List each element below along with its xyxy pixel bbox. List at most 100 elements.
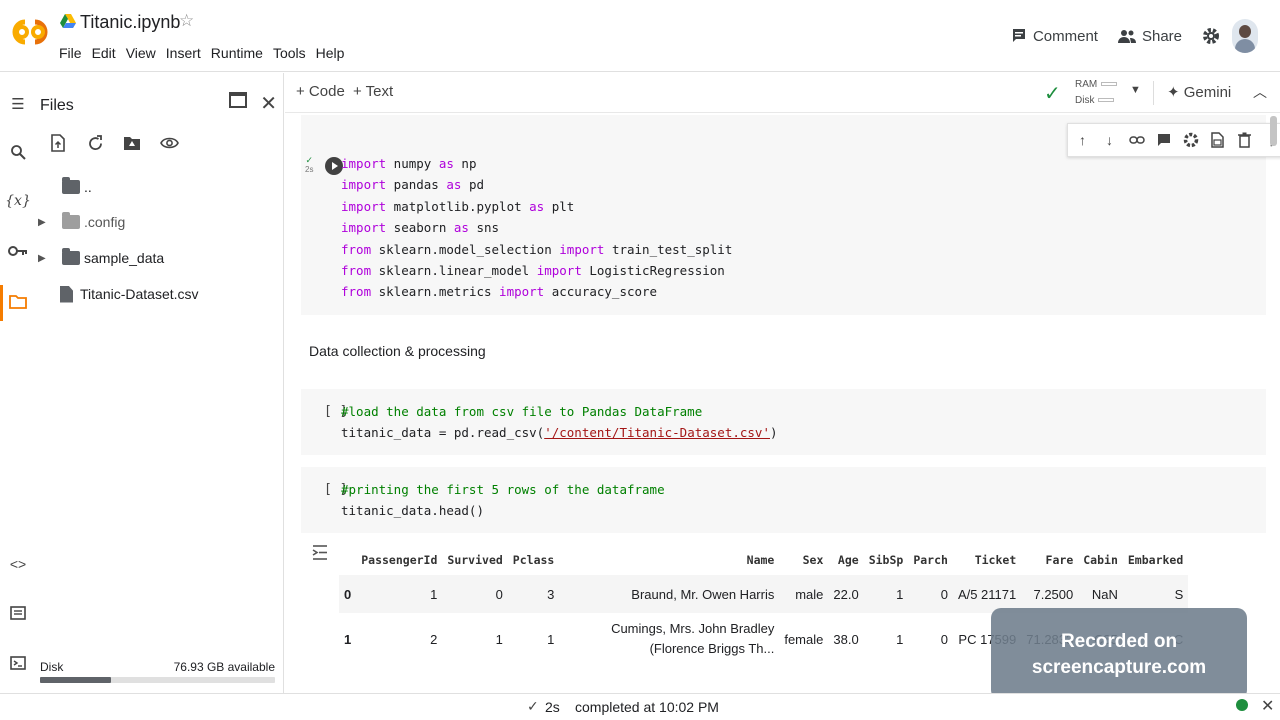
table-cell: female — [784, 631, 824, 647]
search-icon[interactable] — [8, 142, 28, 162]
connected-check-icon: ✓ — [1044, 83, 1061, 105]
code-text: sns — [468, 220, 500, 236]
colab-logo-icon[interactable] — [10, 16, 50, 48]
column-header: PassengerId — [361, 553, 438, 567]
menu-help[interactable]: Help — [316, 45, 345, 61]
code-text: LogisticRegression — [581, 263, 725, 279]
drive-icon[interactable] — [60, 13, 76, 29]
avatar[interactable] — [1232, 19, 1258, 53]
table-cell: 1 — [547, 631, 555, 647]
chevron-up-icon[interactable]: ︿ — [1253, 82, 1267, 102]
show-hidden-eye-icon[interactable] — [159, 133, 179, 153]
code-snippets-icon[interactable]: <> — [8, 554, 28, 574]
comment-icon[interactable] — [1155, 132, 1172, 149]
top-header: Titanic.ipynb ☆ File Edit View Insert Ru… — [0, 0, 1280, 72]
tree-item-label: .. — [84, 179, 92, 195]
settings-gear-icon[interactable] — [1202, 27, 1220, 45]
code-text: seaborn — [386, 220, 454, 236]
output-actions-icon[interactable] — [311, 543, 329, 561]
code-string: '/content/Titanic-Dataset.csv' — [544, 425, 770, 441]
files-toolbar — [48, 133, 179, 153]
code-editor[interactable]: #load the data from csv file to Pandas D… — [341, 401, 778, 444]
code-keyword: import — [559, 241, 605, 257]
code-comment: #load the data from csv file to Pandas D… — [341, 404, 703, 419]
chevron-right-icon[interactable]: ▶ — [38, 217, 50, 228]
file-icon — [60, 285, 73, 303]
tree-item-parent[interactable]: .. — [38, 176, 92, 198]
execution-duration: 2s — [545, 699, 560, 715]
add-text-button[interactable]: + Text — [353, 83, 393, 100]
column-header: Sex — [802, 553, 824, 567]
disk-label: Disk — [1075, 95, 1095, 106]
code-editor[interactable]: #printing the first 5 rows of the datafr… — [341, 479, 665, 522]
chevron-right-icon[interactable]: ▶ — [38, 253, 50, 264]
tree-item-label: sample_data — [84, 250, 165, 266]
table-cell: 0 — [940, 631, 948, 647]
head-code-cell[interactable]: [ ] #printing the first 5 rows of the da… — [301, 467, 1266, 533]
add-code-button[interactable]: + Code — [296, 83, 345, 100]
variables-icon[interactable]: {x} — [5, 191, 31, 211]
toolbar-divider — [1153, 81, 1154, 105]
menu-tools[interactable]: Tools — [273, 45, 306, 61]
table-cell: 2 — [430, 631, 438, 647]
tree-item-config[interactable]: ▶ .config — [38, 211, 125, 233]
table-of-contents-icon[interactable]: ☰ — [8, 94, 28, 114]
ram-disk-indicator[interactable]: RAM Disk — [1075, 77, 1118, 109]
table-cell: 0 — [908, 575, 953, 613]
close-icon[interactable]: ✕ — [260, 91, 277, 116]
comment-icon — [1012, 29, 1025, 42]
delete-trash-icon[interactable] — [1236, 132, 1253, 149]
watermark-line-2: screencapture.com — [1031, 657, 1207, 678]
close-status-icon[interactable]: ✕ — [1261, 696, 1274, 716]
code-comment: #printing the first 5 rows of the datafr… — [341, 482, 665, 497]
star-icon[interactable]: ☆ — [179, 11, 194, 31]
gemini-button[interactable]: ✦ Gemini — [1167, 83, 1231, 101]
code-text: sklearn.metrics — [371, 284, 500, 300]
menu-edit[interactable]: Edit — [92, 45, 116, 61]
menu-runtime[interactable]: Runtime — [211, 45, 263, 61]
folder-icon — [62, 212, 80, 229]
cell-settings-gear-icon[interactable] — [1182, 132, 1199, 149]
secrets-key-icon[interactable] — [8, 241, 28, 261]
upload-file-icon[interactable] — [48, 133, 68, 153]
runtime-dropdown-icon[interactable]: ▼ — [1130, 84, 1141, 96]
move-up-icon[interactable]: ↑ — [1074, 132, 1091, 149]
menu-view[interactable]: View — [126, 45, 156, 61]
disk-usage-bar — [40, 677, 275, 683]
table-cell: Cumings, Mrs. John Bradley (Florence Bri… — [611, 621, 775, 656]
code-text: matplotlib.pyplot — [386, 198, 530, 214]
column-header: Fare — [1045, 553, 1074, 567]
code-editor[interactable]: import numpy as np import pandas as pd imp… — [341, 153, 732, 303]
code-line: titanic_data = pd.read_csv('/content/Tit… — [341, 422, 778, 443]
files-folder-icon[interactable] — [8, 291, 28, 311]
files-panel-title: Files — [40, 97, 74, 114]
refresh-icon[interactable] — [85, 133, 105, 153]
code-text: sklearn.model_selection — [371, 241, 560, 257]
tree-item-sample-data[interactable]: ▶ sample_data — [38, 247, 164, 269]
markdown-text-cell[interactable]: Data collection & processing — [309, 343, 486, 359]
code-text: titanic_data = pd.read_csv( — [341, 425, 545, 441]
gemini-label: Gemini — [1183, 84, 1232, 101]
link-icon[interactable] — [1128, 132, 1145, 149]
menu-file[interactable]: File — [59, 45, 82, 61]
mount-drive-icon[interactable] — [122, 133, 142, 153]
notebook-title[interactable]: Titanic.ipynb — [80, 12, 180, 33]
code-keyword: from — [341, 263, 372, 279]
tree-item-titanic-csv[interactable]: Titanic-Dataset.csv — [38, 283, 199, 305]
move-down-icon[interactable]: ↓ — [1101, 132, 1118, 149]
menu-insert[interactable]: Insert — [166, 45, 201, 61]
imports-code-cell[interactable]: ✓ 2s import numpy as np import pandas as p… — [301, 115, 1280, 315]
ram-bar — [1101, 82, 1118, 87]
notebook-scrollbar[interactable] — [1270, 116, 1277, 146]
comment-button[interactable]: Comment — [1011, 28, 1098, 45]
comment-label: Comment — [1032, 27, 1098, 45]
code-line: from sklearn.model_selection import trai… — [341, 239, 732, 260]
code-keyword: import — [341, 177, 387, 193]
load-data-code-cell[interactable]: [ ] #load the data from csv file to Pand… — [301, 389, 1266, 455]
command-palette-icon[interactable] — [8, 603, 28, 623]
open-in-tab-icon[interactable] — [229, 92, 247, 108]
terminal-icon[interactable] — [8, 653, 28, 673]
share-button[interactable]: Share — [1117, 28, 1182, 45]
disk-label: Disk — [40, 660, 64, 674]
mirror-cell-icon[interactable] — [1209, 132, 1226, 149]
